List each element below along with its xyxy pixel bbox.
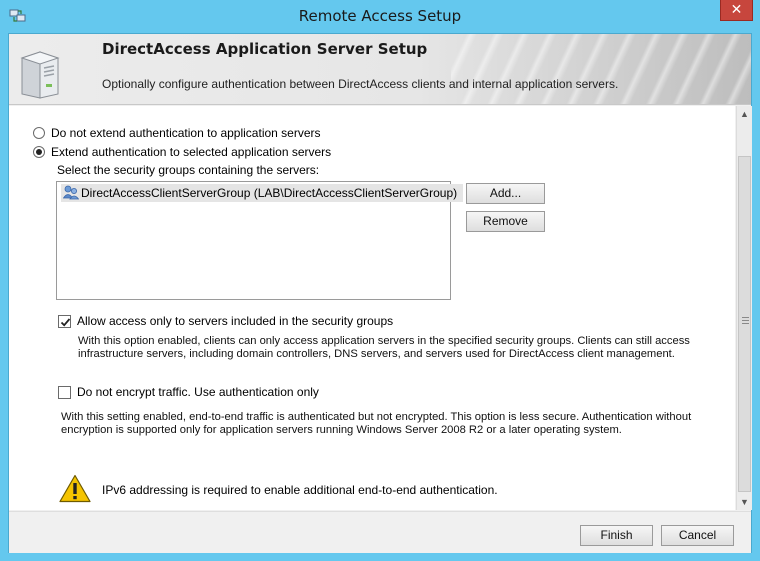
title-bar[interactable]: Remote Access Setup ✕ xyxy=(0,0,760,33)
remove-button[interactable]: Remove xyxy=(466,211,545,232)
no-encrypt-label: Do not encrypt traffic. Use authenticati… xyxy=(77,385,319,399)
security-group-name: DirectAccessClientServerGroup (LAB\Direc… xyxy=(81,186,458,200)
settings-panel: Do not extend authentication to applicat… xyxy=(9,106,735,510)
cancel-button[interactable]: Cancel xyxy=(661,525,734,546)
wizard-client-area: DirectAccess Application Server Setup Op… xyxy=(8,33,752,553)
allow-access-description-line-1: With this option enabled, clients can on… xyxy=(78,335,690,347)
no-encrypt-description-line-2: encryption is supported only for applica… xyxy=(61,424,622,436)
user-group-icon xyxy=(63,185,79,200)
security-groups-list[interactable]: DirectAccessClientServerGroup (LAB\Direc… xyxy=(56,181,464,300)
checkmark-icon xyxy=(60,318,71,327)
list-item[interactable]: DirectAccessClientServerGroup (LAB\Direc… xyxy=(61,184,464,202)
allow-access-checkbox[interactable] xyxy=(58,315,71,328)
vertical-scrollbar[interactable]: ▲ ▼ xyxy=(736,106,752,510)
server-icon xyxy=(20,51,60,99)
no-extend-radio[interactable] xyxy=(33,127,45,139)
no-encrypt-checkbox[interactable] xyxy=(58,386,71,399)
no-encrypt-description-line-1: With this setting enabled, end-to-end tr… xyxy=(61,411,692,423)
page-title: DirectAccess Application Server Setup xyxy=(102,40,428,58)
security-groups-label: Select the security groups containing th… xyxy=(57,163,320,177)
allow-access-description-line-2: infrastructure servers, including domain… xyxy=(78,348,675,360)
ipv6-warning-text: IPv6 addressing is required to enable ad… xyxy=(102,483,498,497)
banner-decoration xyxy=(451,34,751,104)
scrollbar-thumb[interactable] xyxy=(738,156,751,492)
finish-button[interactable]: Finish xyxy=(580,525,653,546)
scroll-up-icon[interactable]: ▲ xyxy=(737,106,752,122)
extend-label: Extend authentication to selected applic… xyxy=(51,145,332,159)
scroll-down-icon[interactable]: ▼ xyxy=(737,494,752,510)
warning-icon xyxy=(59,474,91,503)
no-extend-label: Do not extend authentication to applicat… xyxy=(51,126,321,140)
wizard-banner: DirectAccess Application Server Setup Op… xyxy=(9,34,751,105)
extend-radio[interactable] xyxy=(33,146,45,158)
close-icon: ✕ xyxy=(730,1,743,17)
wizard-footer: Finish Cancel xyxy=(9,511,751,553)
close-button[interactable]: ✕ xyxy=(720,0,753,21)
add-button[interactable]: Add... xyxy=(466,183,545,204)
page-subtitle: Optionally configure authentication betw… xyxy=(102,77,619,91)
window-title: Remote Access Setup xyxy=(298,7,462,25)
allow-access-label: Allow access only to servers included in… xyxy=(77,314,394,328)
scrollbar-grip-icon xyxy=(742,317,749,324)
remote-access-setup-window: Remote Access Setup ✕ DirectAccess Appli… xyxy=(0,0,760,561)
